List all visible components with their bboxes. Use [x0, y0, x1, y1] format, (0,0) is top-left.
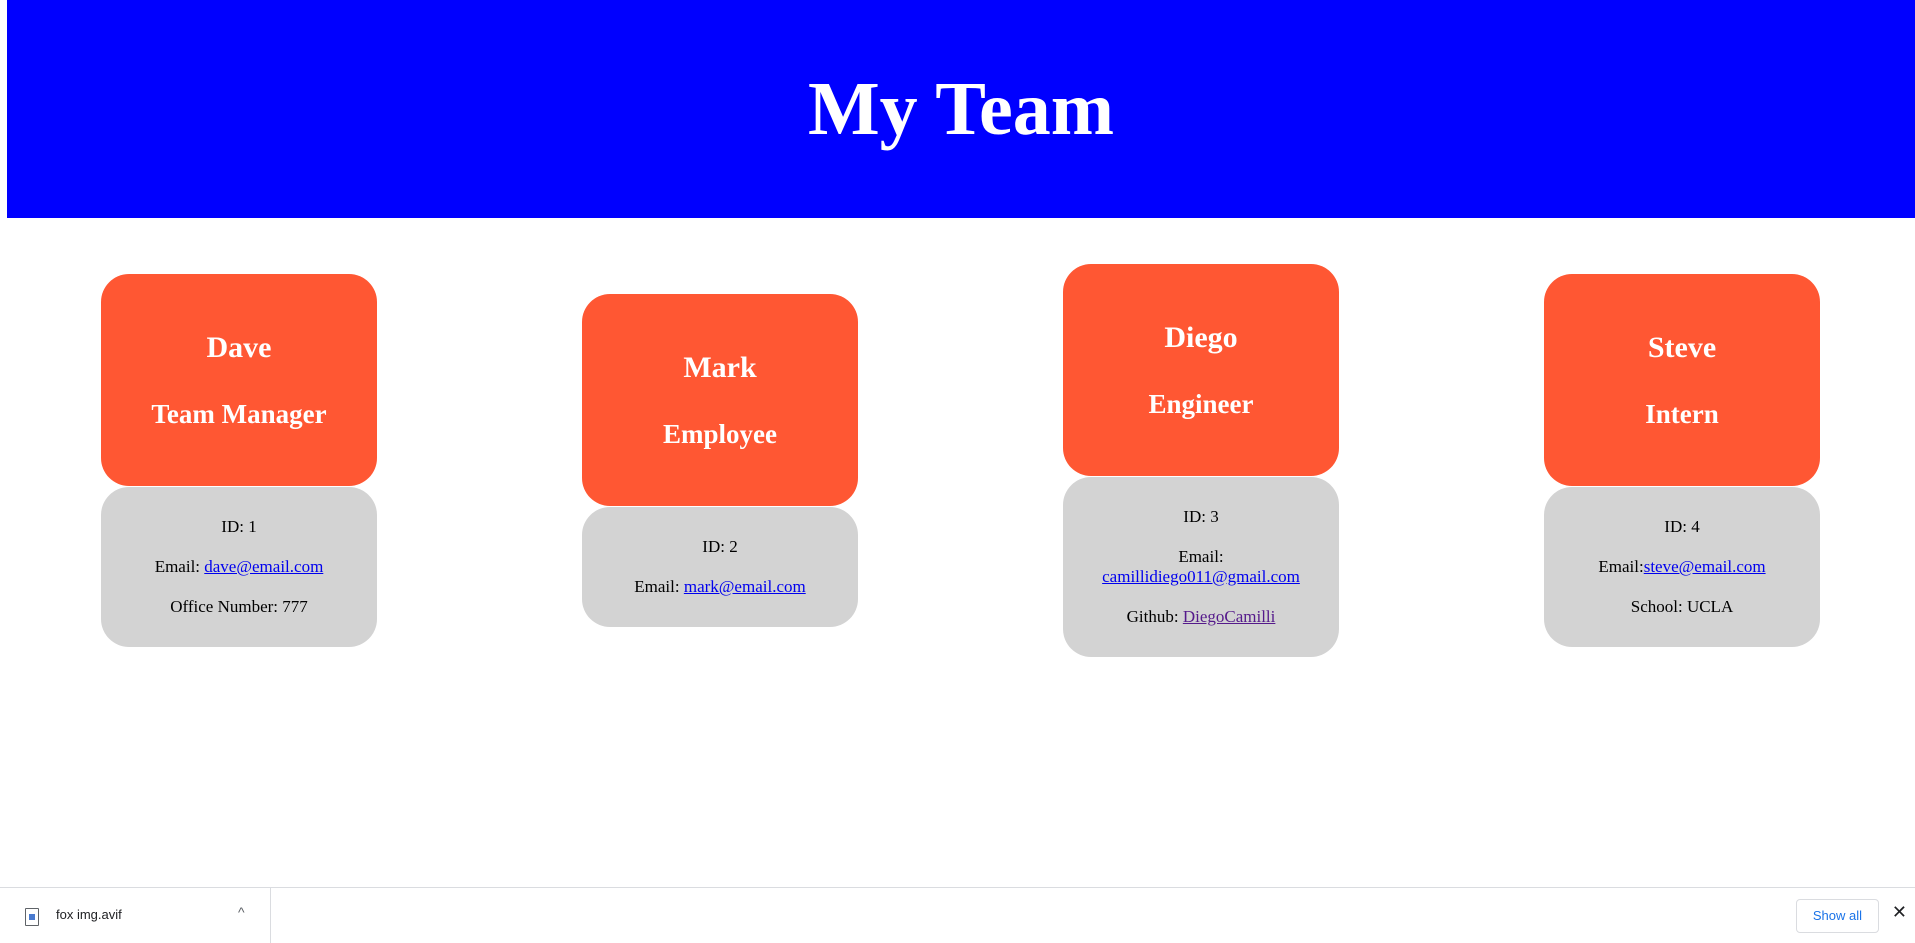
email-link[interactable]: mark@email.com — [684, 577, 806, 596]
member-id: ID: 1 — [221, 517, 257, 536]
download-file-name[interactable]: fox img.avif — [56, 907, 122, 922]
member-name: Mark — [683, 350, 757, 384]
team-card-diego: Diego Engineer ID: 3 Email: camillidiego0… — [1063, 264, 1339, 657]
card-header: Mark Employee — [582, 294, 858, 506]
download-bar: fox img.avif ^ Show all ✕ — [0, 887, 1915, 943]
card-header: Dave Team Manager — [101, 274, 377, 486]
card-details: ID: 2 Email: mark@email.com — [582, 507, 858, 627]
member-role: Employee — [663, 418, 777, 449]
card-header: Steve Intern — [1544, 274, 1820, 486]
member-name: Dave — [206, 330, 272, 364]
image-file-icon — [25, 908, 39, 926]
team-card-steve: Steve Intern ID: 4 Email:steve@email.com… — [1544, 274, 1820, 647]
email-label: Email: — [634, 577, 684, 596]
member-id: ID: 4 — [1664, 517, 1700, 536]
card-header: Diego Engineer — [1063, 264, 1339, 476]
page-header: My Team — [7, 0, 1915, 218]
member-role: Engineer — [1148, 388, 1254, 419]
email-label: Email: — [154, 557, 205, 576]
card-details: ID: 3 Email: camillidiego011@gmail.com Gi… — [1063, 477, 1339, 657]
member-email-row: Email: mark@email.com — [592, 577, 848, 597]
member-name: Diego — [1164, 320, 1238, 354]
github-link[interactable]: DiegoCamilli — [1183, 607, 1276, 626]
email-link[interactable]: camillidiego011@gmail.com — [1102, 567, 1300, 586]
member-email-row: Email:steve@email.com — [1554, 557, 1810, 577]
member-role: Team Manager — [151, 398, 327, 429]
team-card-mark: Mark Employee ID: 2 Email: mark@email.co… — [582, 294, 858, 627]
member-id: ID: 3 — [1183, 507, 1219, 526]
member-school: School: UCLA — [1630, 597, 1734, 616]
email-label: Email: — [1178, 547, 1224, 566]
email-link[interactable]: steve@email.com — [1644, 557, 1766, 576]
email-link[interactable]: dave@email.com — [204, 557, 323, 576]
member-email-row: Email: dave@email.com — [111, 557, 367, 577]
member-office-number: Office Number: 777 — [170, 597, 308, 616]
member-role: Intern — [1645, 398, 1719, 429]
card-details: ID: 1 Email: dave@email.com Office Numbe… — [101, 487, 377, 647]
card-details: ID: 4 Email:steve@email.com School: UCLA — [1544, 487, 1820, 647]
show-all-button[interactable]: Show all — [1795, 899, 1879, 933]
github-label: Github: — [1126, 607, 1183, 626]
member-name: Steve — [1647, 330, 1717, 364]
close-icon[interactable]: ✕ — [1892, 902, 1907, 923]
page-title: My Team — [807, 66, 1115, 151]
member-github-row: Github: DiegoCamilli — [1073, 607, 1329, 627]
team-card-dave: Dave Team Manager ID: 1 Email: dave@emai… — [101, 274, 377, 647]
download-item[interactable]: fox img.avif ^ — [0, 888, 271, 943]
member-email-row: Email: camillidiego011@gmail.com — [1073, 547, 1329, 587]
email-label: Email: — [1598, 557, 1644, 576]
chevron-up-icon[interactable]: ^ — [238, 904, 245, 920]
member-id: ID: 2 — [702, 537, 738, 556]
